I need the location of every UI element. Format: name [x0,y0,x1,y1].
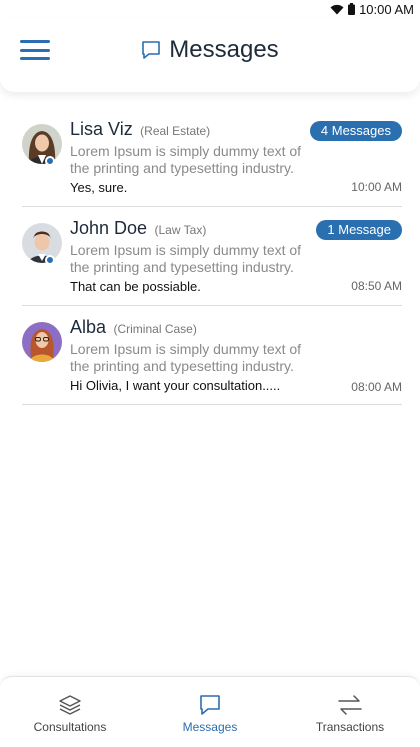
message-time: 10:00 AM [351,180,402,194]
nav-label: Messages [182,720,238,734]
case-category: (Law Tax) [154,223,207,237]
message-item-alba[interactable]: Alba (Criminal Case) Lorem Ipsum is simp… [22,306,402,405]
nav-consultations[interactable]: Consultations [0,677,140,747]
avatar [22,124,62,164]
nav-messages[interactable]: Messages [140,677,280,747]
status-bar: 10:00 AM [0,0,420,18]
transfer-arrows-icon [338,695,362,715]
contact-name: John Doe [70,218,148,238]
online-indicator [45,255,55,265]
avatar [22,322,62,362]
wifi-icon [330,4,344,14]
bottom-navigation: Consultations Messages Transactions [0,676,420,747]
nav-label: Consultations [33,720,107,734]
message-preview: Lorem Ipsum is simply dummy text of the … [70,143,302,176]
app-header: Messages [0,18,420,92]
message-preview: Lorem Ipsum is simply dummy text of the … [70,242,302,275]
message-time: 08:00 AM [351,380,402,394]
message-item-john-doe[interactable]: John Doe (Law Tax) 1 Message Lorem Ipsum… [22,207,402,306]
contact-line: Alba (Criminal Case) [70,317,197,338]
unread-badge[interactable]: 4 Messages [309,121,402,141]
last-message: Hi Olivia, I want your consultation..... [70,378,281,393]
online-indicator [45,156,55,166]
contact-name: Lisa Viz [70,119,133,139]
unread-badge[interactable]: 1 Message [316,220,402,240]
message-item-lisa-viz[interactable]: Lisa Viz (Real Estate) 4 Messages Lorem … [22,108,402,207]
case-category: (Real Estate) [140,124,211,138]
layers-icon [59,695,81,715]
nav-transactions[interactable]: Transactions [280,677,420,747]
contact-name: Alba [70,317,107,337]
contact-line: Lisa Viz (Real Estate) [70,119,210,140]
last-message: Yes, sure. [70,180,128,195]
avatar [22,223,62,263]
message-preview: Lorem Ipsum is simply dummy text of the … [70,341,302,374]
contact-line: John Doe (Law Tax) [70,218,206,239]
message-list: Lisa Viz (Real Estate) 4 Messages Lorem … [22,108,402,405]
chat-icon [200,695,220,715]
case-category: (Criminal Case) [113,322,197,336]
page-title: Messages [169,36,279,63]
header-title-group: Messages [0,18,420,82]
nav-label: Transactions [315,720,385,734]
last-message: That can be possiable. [70,279,201,294]
battery-icon [348,3,356,15]
status-time: 10:00 AM [359,1,414,17]
message-time: 08:50 AM [351,279,402,293]
chat-icon [142,41,161,59]
